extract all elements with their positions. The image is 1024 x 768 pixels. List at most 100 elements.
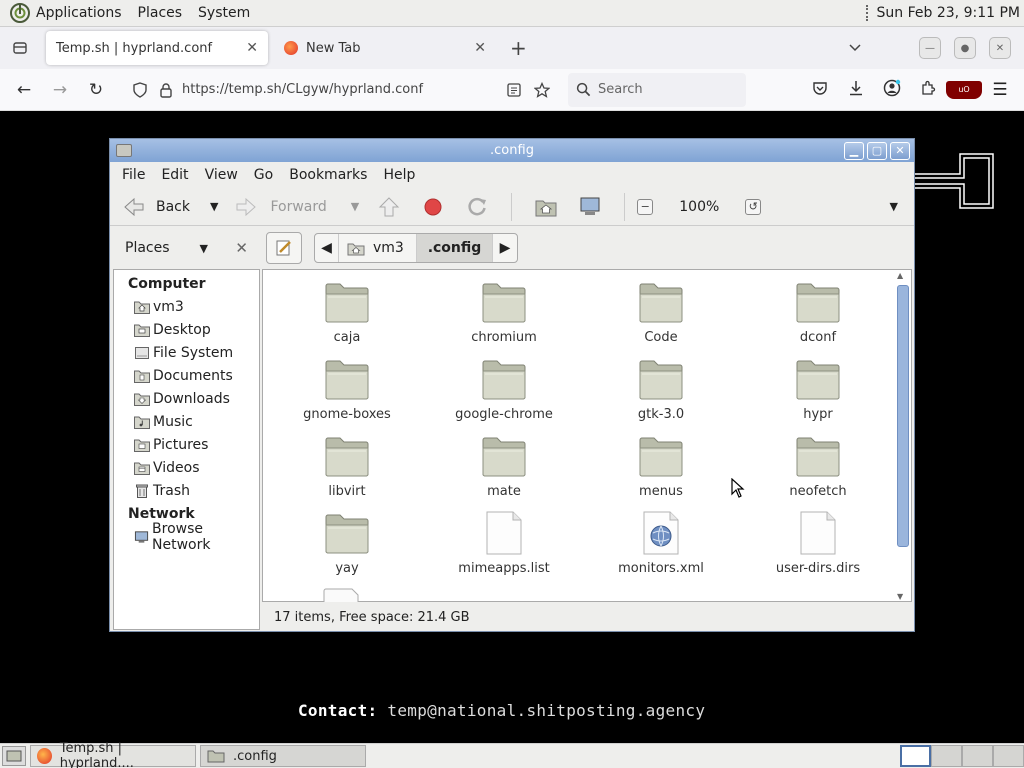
toolbar-overflow-icon[interactable]: ▼ bbox=[890, 200, 898, 213]
sidebar-item-music[interactable]: Music bbox=[114, 410, 259, 433]
breadcrumb-item-current[interactable]: .config bbox=[417, 234, 493, 262]
minimize-window-icon[interactable]: — bbox=[919, 37, 941, 59]
file-item-hypr[interactable]: hypr bbox=[748, 357, 888, 422]
sidebar-item-videos[interactable]: Videos bbox=[114, 456, 259, 479]
sidebar-item-vm3[interactable]: vm3 bbox=[114, 295, 259, 318]
file-item-mimeapps-list[interactable]: mimeapps.list bbox=[434, 511, 574, 576]
workspace-3[interactable] bbox=[962, 745, 993, 767]
file-item-monitors-xml[interactable]: monitors.xml bbox=[591, 511, 731, 576]
file-item-google-chrome[interactable]: google-chrome bbox=[434, 357, 574, 422]
task-button-caja[interactable]: .config bbox=[200, 745, 366, 767]
stop-icon[interactable] bbox=[421, 195, 445, 219]
breadcrumb-right-arrow-icon[interactable]: ▶ bbox=[493, 234, 517, 262]
back-dropdown-icon[interactable]: ▼ bbox=[210, 200, 218, 213]
reader-view-icon[interactable] bbox=[506, 82, 522, 98]
reload-icon[interactable]: ↻ bbox=[78, 80, 114, 100]
file-item-mate[interactable]: mate bbox=[434, 434, 574, 499]
extensions-icon[interactable] bbox=[910, 80, 946, 100]
file-item-neofetch[interactable]: neofetch bbox=[748, 434, 888, 499]
up-icon[interactable] bbox=[377, 195, 401, 219]
forward-button[interactable]: Forward ▼ bbox=[234, 195, 359, 219]
scrollbar-thumb[interactable] bbox=[897, 285, 909, 547]
zoom-in-icon[interactable]: ↺ bbox=[745, 198, 762, 215]
sidebar-item-pictures[interactable]: Pictures bbox=[114, 433, 259, 456]
sidebar-item-file-system[interactable]: File System bbox=[114, 341, 259, 364]
account-icon[interactable] bbox=[874, 79, 910, 101]
window-titlebar[interactable]: .config ▁ ▢ ✕ bbox=[110, 139, 914, 162]
show-desktop-icon[interactable] bbox=[2, 746, 26, 766]
search-bar[interactable]: Search bbox=[568, 72, 746, 107]
side-pane-selector[interactable]: Places ▼ ✕ bbox=[110, 239, 262, 257]
reload-icon[interactable] bbox=[465, 195, 489, 219]
close-tab-icon[interactable]: ✕ bbox=[246, 40, 258, 56]
file-item-gtk-3-0[interactable]: gtk-3.0 bbox=[591, 357, 731, 422]
url-text[interactable]: https://temp.sh/CLgyw/hyprland.conf bbox=[182, 82, 423, 97]
places-dropdown-icon[interactable]: ▼ bbox=[200, 242, 208, 255]
url-bar[interactable]: https://temp.sh/CLgyw/hyprland.conf bbox=[126, 73, 556, 107]
downloads-icon[interactable] bbox=[838, 80, 874, 100]
workspace-1[interactable] bbox=[900, 745, 931, 767]
workspace-2[interactable] bbox=[931, 745, 962, 767]
pocket-icon[interactable] bbox=[802, 80, 838, 100]
new-tab-plus-icon[interactable]: + bbox=[510, 36, 527, 60]
breadcrumb-left-arrow-icon[interactable]: ◀ bbox=[315, 234, 339, 262]
clock[interactable]: Sun Feb 23, 9:11 PM bbox=[877, 5, 1020, 21]
menu-applications[interactable]: Applications bbox=[36, 5, 122, 21]
file-item-user-dirs-dirs[interactable]: user-dirs.dirs bbox=[748, 511, 888, 576]
hamburger-menu-icon[interactable]: ☰ bbox=[982, 80, 1018, 100]
partial-file-icon[interactable] bbox=[321, 588, 361, 602]
forward-arrow-icon[interactable]: → bbox=[42, 80, 78, 100]
close-side-pane-icon[interactable]: ✕ bbox=[235, 239, 248, 257]
scroll-up-icon[interactable]: ▲ bbox=[897, 271, 903, 280]
menu-file[interactable]: File bbox=[114, 167, 153, 183]
browser-tab-new[interactable]: New Tab ✕ bbox=[274, 31, 496, 65]
panel-handle[interactable] bbox=[865, 5, 869, 21]
close-window-icon[interactable]: ✕ bbox=[989, 37, 1011, 59]
list-tabs-chevron-icon[interactable] bbox=[849, 41, 861, 55]
task-button-firefox[interactable]: Temp.sh | hyprland.... bbox=[30, 741, 196, 768]
maximize-window-icon[interactable]: ● bbox=[954, 37, 976, 59]
computer-icon[interactable] bbox=[578, 195, 602, 219]
menu-view[interactable]: View bbox=[197, 167, 246, 183]
firefox-view-icon[interactable] bbox=[0, 40, 40, 56]
file-item-dconf[interactable]: dconf bbox=[748, 280, 888, 345]
shield-icon[interactable] bbox=[132, 81, 148, 98]
file-item-gnome-boxes[interactable]: gnome-boxes bbox=[277, 357, 417, 422]
menu-bookmarks[interactable]: Bookmarks bbox=[281, 167, 375, 183]
file-item-menus[interactable]: menus bbox=[591, 434, 731, 499]
menu-places[interactable]: Places bbox=[138, 5, 183, 21]
file-item-code[interactable]: Code bbox=[591, 280, 731, 345]
file-item-caja[interactable]: caja bbox=[277, 280, 417, 345]
menu-system[interactable]: System bbox=[198, 5, 250, 21]
sidebar-item-documents[interactable]: Documents bbox=[114, 364, 259, 387]
sidebar-item-browse-network[interactable]: Browse Network bbox=[114, 521, 259, 553]
menu-edit[interactable]: Edit bbox=[153, 167, 196, 183]
forward-dropdown-icon[interactable]: ▼ bbox=[351, 200, 359, 213]
home-folder-icon[interactable] bbox=[534, 195, 558, 219]
browser-tab[interactable]: Temp.sh | hyprland.conf ✕ bbox=[46, 31, 268, 65]
file-item-yay[interactable]: yay bbox=[277, 511, 417, 576]
menu-go[interactable]: Go bbox=[246, 167, 281, 183]
back-arrow-icon[interactable]: ← bbox=[6, 80, 42, 100]
mate-logo-icon[interactable] bbox=[10, 3, 30, 23]
menu-help[interactable]: Help bbox=[375, 167, 423, 183]
contact-email[interactable]: temp@national.shitposting.agency bbox=[377, 701, 705, 720]
lock-icon[interactable] bbox=[158, 82, 174, 98]
vertical-scrollbar[interactable]: ▲ ▼ bbox=[895, 270, 909, 603]
breadcrumb-item-vm3[interactable]: vm3 bbox=[339, 234, 417, 262]
scroll-down-icon[interactable]: ▼ bbox=[897, 592, 903, 601]
file-item-libvirt[interactable]: libvirt bbox=[277, 434, 417, 499]
workspace-4[interactable] bbox=[993, 745, 1024, 767]
sidebar-item-desktop[interactable]: Desktop bbox=[114, 318, 259, 341]
zoom-level[interactable]: 100% bbox=[679, 199, 719, 215]
zoom-out-icon[interactable]: − bbox=[637, 198, 654, 215]
back-button[interactable]: Back ▼ bbox=[122, 195, 218, 219]
sidebar-item-downloads[interactable]: Downloads bbox=[114, 387, 259, 410]
file-item-chromium[interactable]: chromium bbox=[434, 280, 574, 345]
bookmark-star-icon[interactable] bbox=[534, 81, 550, 98]
sidebar-item-trash[interactable]: Trash bbox=[114, 479, 259, 502]
folder-icon bbox=[324, 280, 370, 324]
ublock-origin-icon[interactable]: uO bbox=[946, 80, 982, 99]
close-tab-icon[interactable]: ✕ bbox=[474, 40, 486, 56]
toggle-location-entry-button[interactable] bbox=[266, 232, 302, 264]
